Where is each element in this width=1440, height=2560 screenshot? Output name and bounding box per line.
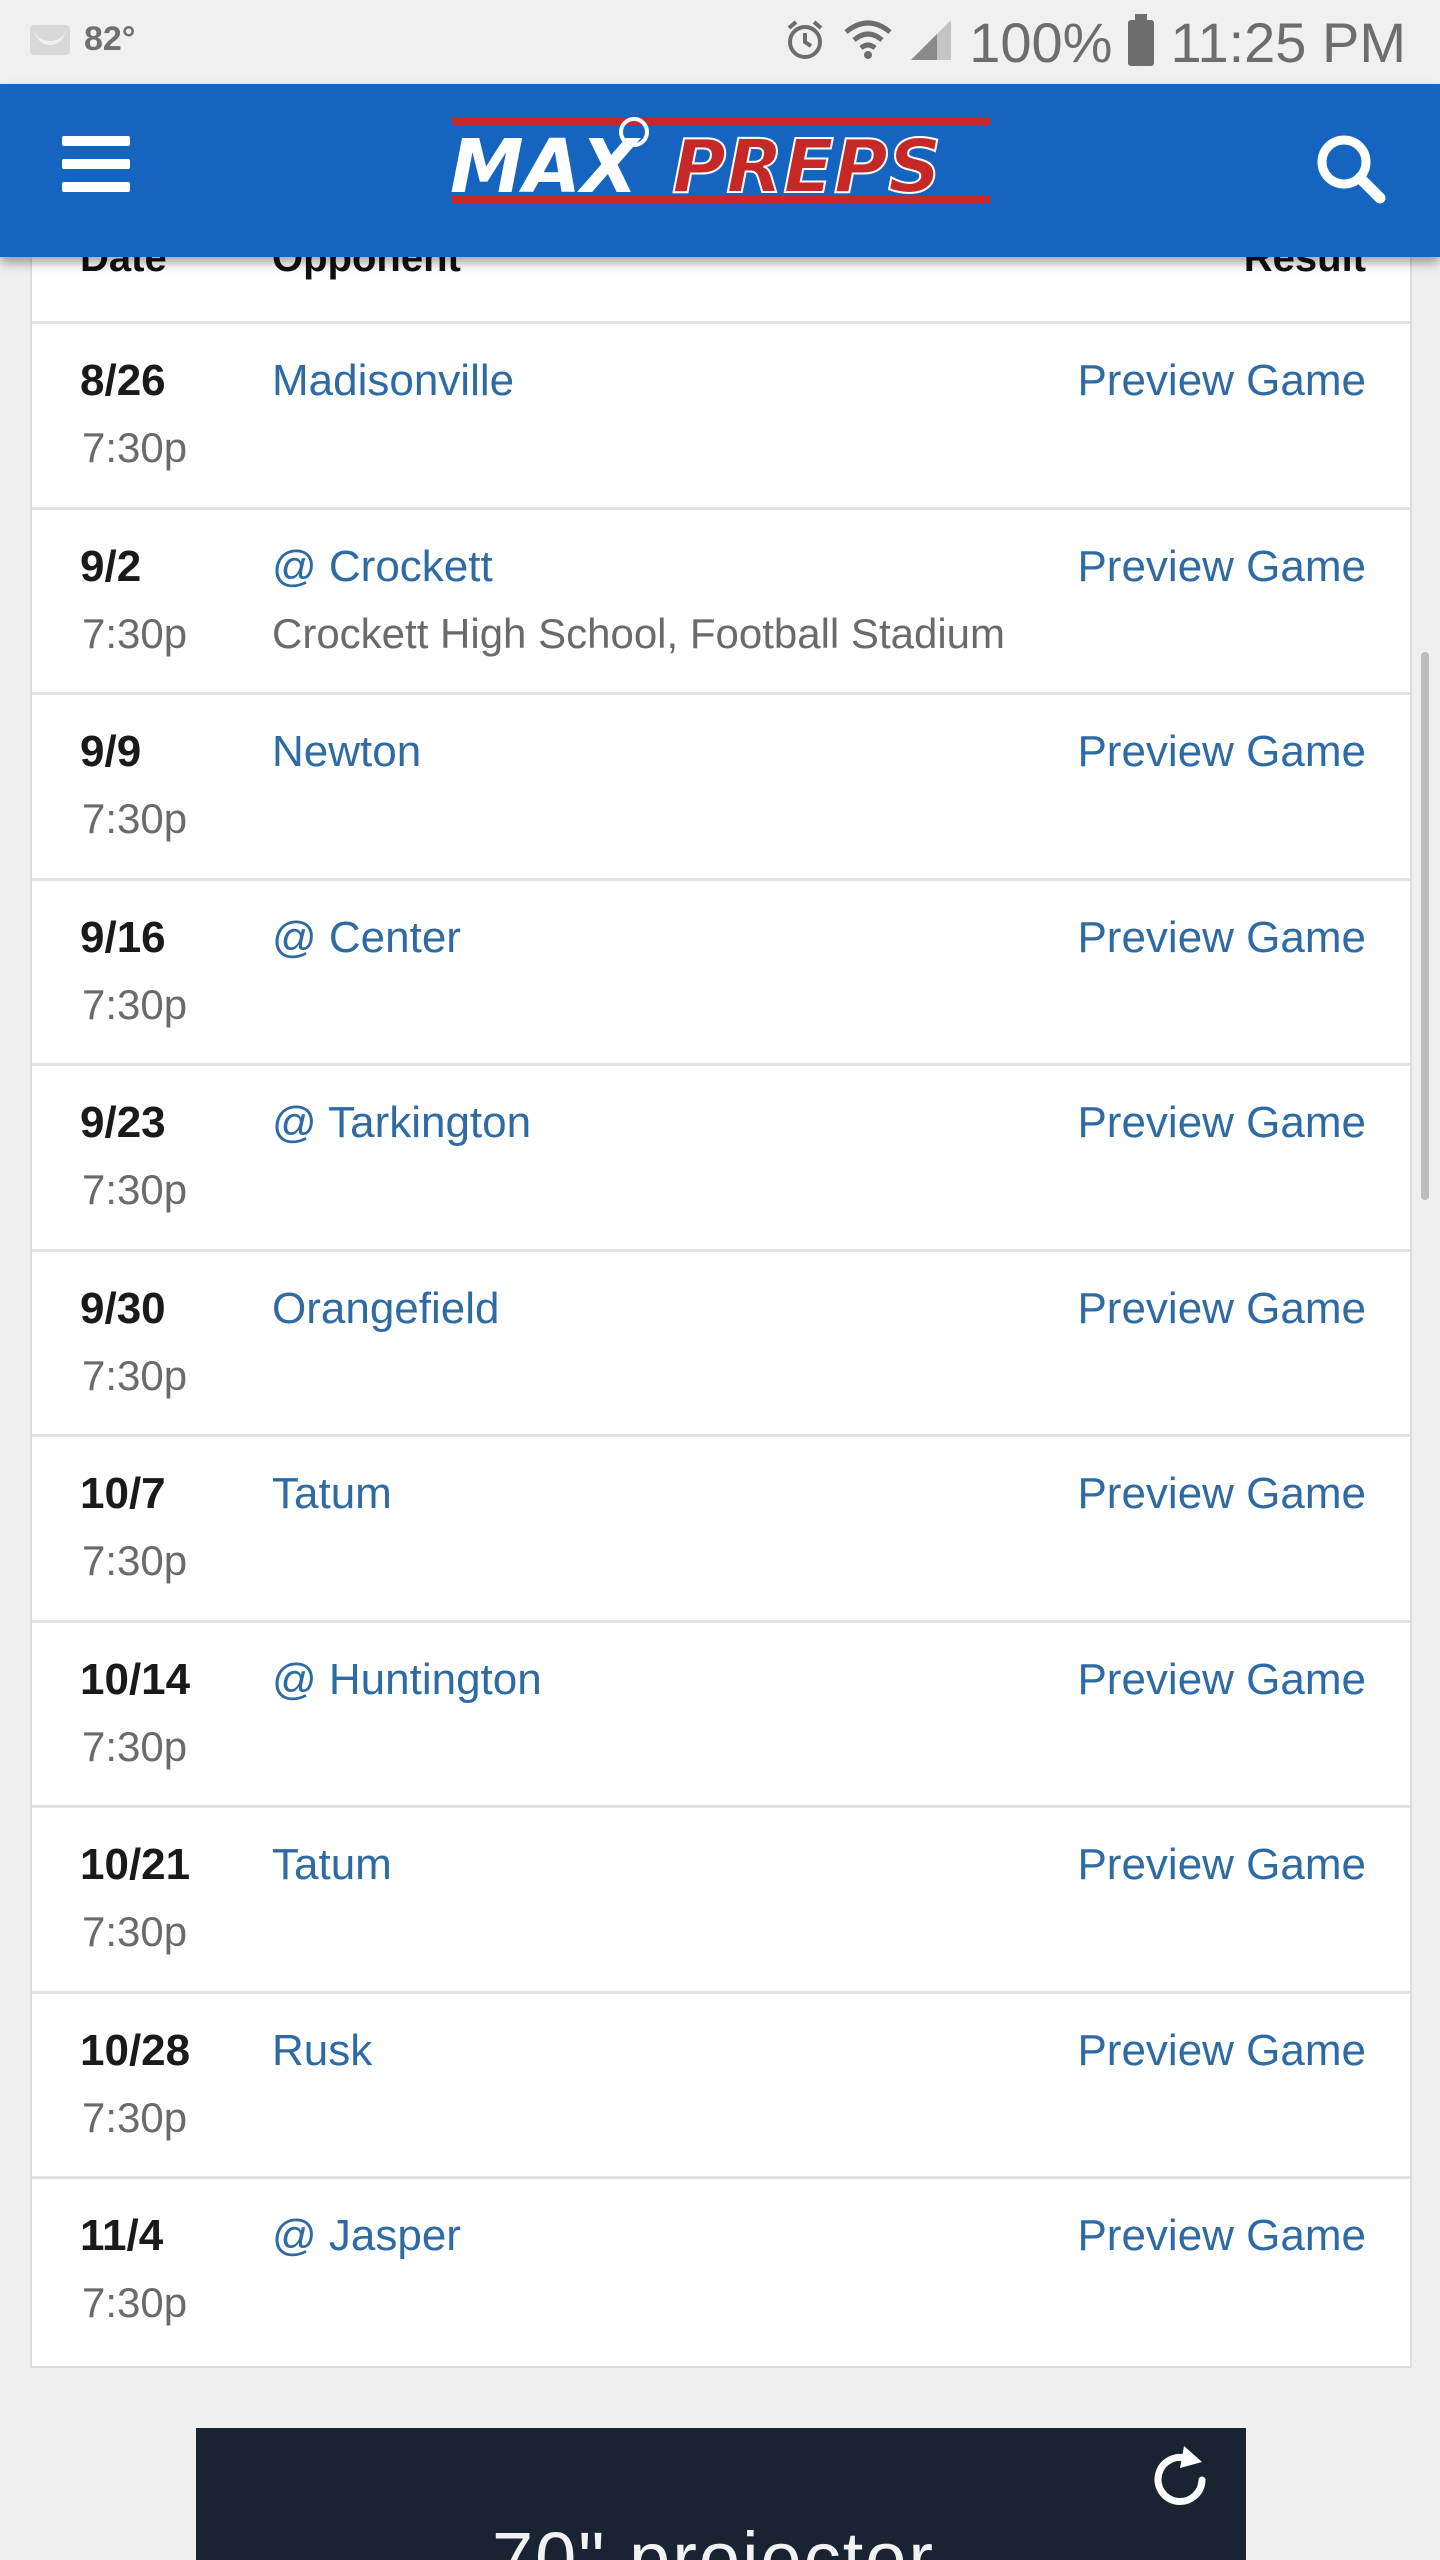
table-row: 11/4 7:30p @ Jasper Preview Game [32, 2179, 1410, 2365]
table-row: 10/28 7:30p Rusk Preview Game [32, 1994, 1410, 2179]
preview-game-link[interactable]: Preview Game [1077, 1655, 1366, 1705]
preview-game-link[interactable]: Preview Game [1077, 356, 1366, 406]
game-time: 7:30p [82, 1722, 188, 1770]
game-date: 8/26 [80, 356, 166, 405]
game-time: 7:30p [82, 1908, 188, 1955]
refresh-icon[interactable] [1140, 2440, 1220, 2520]
game-time: 7:30p [82, 2279, 188, 2326]
game-date: 10/21 [80, 1840, 191, 1889]
table-row: 9/16 7:30p @ Center Preview Game [32, 881, 1410, 1066]
game-date: 10/28 [80, 2025, 191, 2075]
game-time: 7:30p [82, 1351, 188, 1399]
mail-notification-icon [30, 24, 70, 55]
opponent-link[interactable]: Tatum [272, 1840, 392, 1890]
opponent-link[interactable]: @ Center [272, 913, 461, 963]
ad-headline: 70" projector [492, 2517, 936, 2560]
game-time: 7:30p [82, 1537, 188, 1584]
game-date: 10/14 [80, 1654, 191, 1704]
opponent-link[interactable]: Rusk [272, 2026, 372, 2076]
game-date: 9/9 [80, 727, 142, 776]
table-row: 9/2 7:30p @ Crockett Crockett High Schoo… [32, 510, 1410, 695]
opponent-link[interactable]: @ Tarkington [272, 1098, 531, 1148]
table-row: 10/14 7:30p @ Huntington Preview Game [32, 1623, 1410, 1808]
game-date: 11/4 [80, 2211, 164, 2260]
preview-game-link[interactable]: Preview Game [1077, 2211, 1366, 2261]
opponent-link[interactable]: @ Huntington [272, 1655, 542, 1705]
logo-max-text: MAX [450, 124, 642, 210]
opponent-link[interactable]: Newton [272, 727, 421, 777]
table-body: 8/26 7:30p Madisonville Preview Game 9/2… [32, 324, 1410, 2365]
game-date: 9/30 [80, 1283, 166, 1333]
table-row: 10/21 7:30p Tatum Preview Game [32, 1808, 1410, 1994]
game-time: 7:30p [82, 424, 188, 471]
table-row: 9/30 7:30p Orangefield Preview Game [32, 1252, 1410, 1437]
ad-banner[interactable]: 70" projector [196, 2428, 1246, 2560]
status-left: 82° [30, 20, 135, 59]
preview-game-link[interactable]: Preview Game [1077, 542, 1366, 592]
game-time: 7:30p [82, 980, 188, 1028]
game-date: 9/23 [80, 1098, 166, 1147]
alarm-icon [783, 10, 827, 75]
app-header: MAX PREPS [0, 84, 1440, 257]
table-row: 8/26 7:30p Madisonville Preview Game [32, 324, 1410, 510]
preview-game-link[interactable]: Preview Game [1077, 1098, 1366, 1148]
opponent-link[interactable]: @ Crockett [272, 542, 493, 592]
preview-game-link[interactable]: Preview Game [1077, 913, 1366, 963]
menu-icon[interactable] [62, 136, 130, 192]
schedule-table: Date Opponent Result 8/26 7:30p Madisonv… [30, 200, 1412, 2368]
search-icon [1317, 135, 1386, 204]
preview-game-link[interactable]: Preview Game [1077, 727, 1366, 777]
maxpreps-logo[interactable]: MAX PREPS [440, 90, 1000, 250]
game-date: 9/2 [80, 541, 142, 591]
game-date: 9/16 [80, 912, 166, 962]
cell-signal-icon [909, 10, 953, 75]
preview-game-link[interactable]: Preview Game [1077, 1284, 1366, 1334]
wifi-icon [843, 10, 893, 75]
battery-percent: 100% [969, 11, 1113, 74]
preview-game-link[interactable]: Preview Game [1077, 1840, 1366, 1890]
game-venue: Crockett High School, Football Stadium [272, 609, 1006, 657]
table-row: 10/7 7:30p Tatum Preview Game [32, 1437, 1410, 1623]
opponent-link[interactable]: Tatum [272, 1469, 392, 1519]
game-date: 10/7 [80, 1469, 166, 1518]
game-time: 7:30p [82, 609, 188, 657]
table-row: 9/9 7:30p Newton Preview Game [32, 695, 1410, 881]
battery-icon [1128, 13, 1155, 66]
search-button[interactable] [1310, 128, 1390, 208]
table-row: 9/23 7:30p @ Tarkington Preview Game [32, 1066, 1410, 1252]
temperature-text: 82° [84, 20, 136, 58]
clock: 11:25 PM [1170, 11, 1406, 74]
opponent-link[interactable]: @ Jasper [272, 2211, 461, 2261]
opponent-link[interactable]: Orangefield [272, 1284, 499, 1334]
page-scrollbar[interactable] [1421, 652, 1429, 1200]
game-time: 7:30p [82, 1166, 188, 1213]
preview-game-link[interactable]: Preview Game [1077, 1469, 1366, 1519]
preview-game-link[interactable]: Preview Game [1077, 2026, 1366, 2076]
game-time: 7:30p [82, 795, 188, 842]
game-time: 7:30p [82, 2093, 188, 2141]
opponent-link[interactable]: Madisonville [272, 356, 514, 406]
logo-preps-text: PREPS [672, 124, 941, 210]
status-right: 100% 11:25 PM [783, 10, 1406, 75]
status-bar: 82° 100% 11:25 PM [0, 0, 1440, 84]
